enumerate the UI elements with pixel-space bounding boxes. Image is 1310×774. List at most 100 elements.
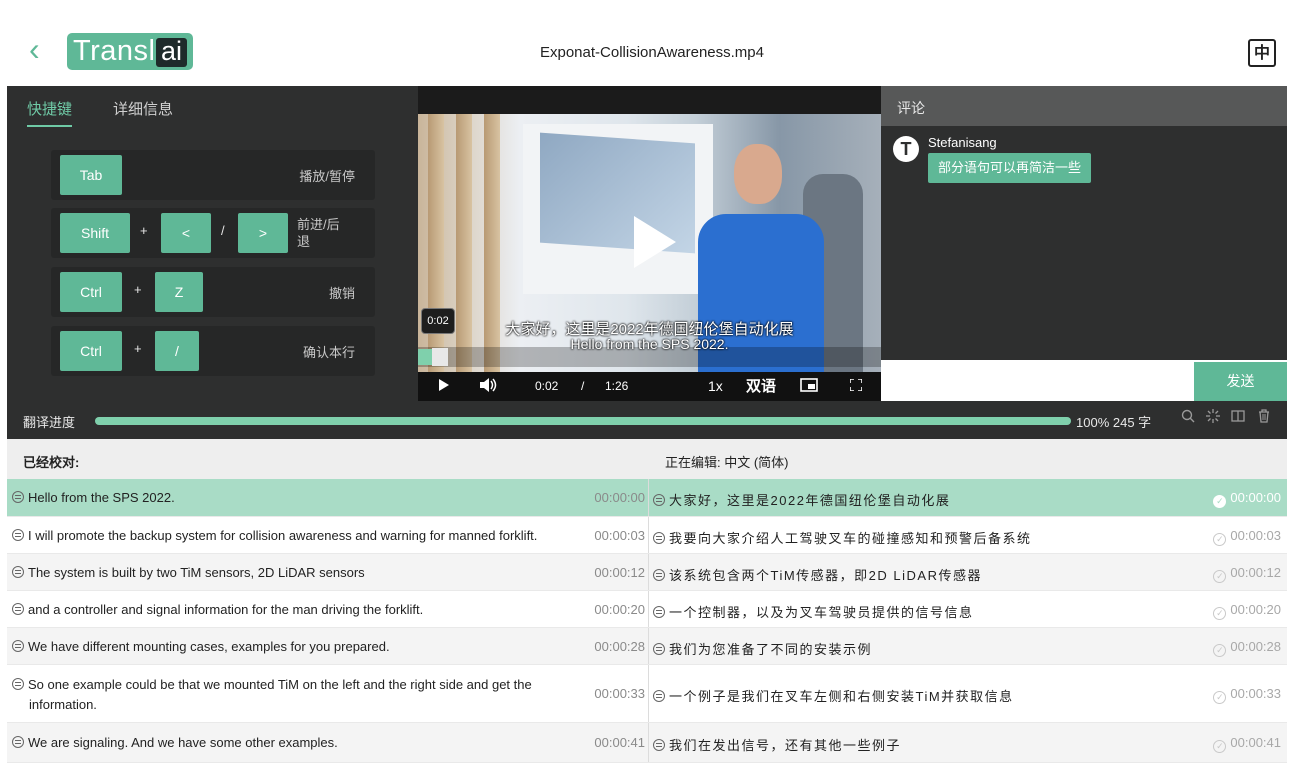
fullscreen-icon[interactable] xyxy=(849,372,863,401)
source-timestamp: 00:00:33 xyxy=(594,686,645,701)
shortcut-row-confirm: Ctrl + / 确认本行 xyxy=(51,326,375,376)
key-shift: Shift xyxy=(60,213,130,253)
source-text: We have different mounting cases, exampl… xyxy=(12,639,582,654)
check-circle-icon[interactable]: ✓ xyxy=(1213,691,1227,704)
comment-icon[interactable] xyxy=(12,678,24,690)
table-row[interactable]: and a controller and signal information … xyxy=(7,591,1287,628)
progress-label: 翻译进度 xyxy=(23,415,76,430)
trash-icon[interactable] xyxy=(1255,409,1273,429)
target-text[interactable]: 一个例子是我们在叉车左侧和右侧安装TiM并获取信息 xyxy=(653,686,1014,705)
target-timestamp: ✓ 00:00:00 xyxy=(1213,490,1281,508)
play-overlay-icon[interactable] xyxy=(634,216,676,268)
time-separator: / xyxy=(581,379,585,393)
comment-icon[interactable] xyxy=(653,494,665,506)
check-circle-icon[interactable]: ✓ xyxy=(1213,495,1227,508)
comment-icon[interactable] xyxy=(12,491,24,503)
search-icon[interactable] xyxy=(1179,409,1197,429)
shortcut-label: 撤销 xyxy=(328,286,355,301)
tab-details[interactable]: 详细信息 xyxy=(113,98,173,119)
comment-icon[interactable] xyxy=(12,603,24,615)
key-right: > xyxy=(238,213,288,253)
comments-panel: 评论 T Stefanisang 部分语句可以再简洁一些 xyxy=(881,86,1287,360)
key-separator: + xyxy=(134,282,142,297)
check-circle-icon[interactable]: ✓ xyxy=(1213,644,1227,657)
duration: 1:26 xyxy=(605,379,629,393)
target-text[interactable]: 大家好，这里是2022年德国纽伦堡自动化展 xyxy=(653,490,950,509)
comment-icon[interactable] xyxy=(653,739,665,751)
check-circle-icon[interactable]: ✓ xyxy=(1213,740,1227,753)
shortcut-row-play: Tab 播放/暂停 xyxy=(51,150,375,200)
comment-icon[interactable] xyxy=(12,529,24,541)
table-row[interactable]: Hello from the SPS 2022. 00:00:00 大家好，这里… xyxy=(7,479,1287,517)
key-separator: + xyxy=(134,341,142,356)
send-button[interactable]: 发送 xyxy=(1194,362,1287,401)
source-timestamp: 00:00:03 xyxy=(594,528,645,543)
video-controls: 0:02 / 1:26 1x 双语 xyxy=(418,372,881,401)
check-circle-icon[interactable]: ✓ xyxy=(1213,570,1227,583)
source-timestamp: 00:00:28 xyxy=(594,639,645,654)
table-row[interactable]: The system is built by two TiM sensors, … xyxy=(7,554,1287,591)
speed-button[interactable]: 1x xyxy=(708,372,723,401)
target-text[interactable]: 我要向大家介绍人工驾驶叉车的碰撞感知和预警后备系统 xyxy=(653,528,1032,547)
key-ctrl: Ctrl xyxy=(60,272,122,312)
proofread-header: 已经校对: xyxy=(23,455,80,470)
key-ctrl: Ctrl xyxy=(60,331,122,371)
check-circle-icon[interactable]: ✓ xyxy=(1213,533,1227,546)
key-z: Z xyxy=(155,272,203,312)
table-row[interactable]: We are signaling. And we have some other… xyxy=(7,723,1287,763)
source-timestamp: 00:00:41 xyxy=(594,735,645,750)
table-row[interactable]: We have different mounting cases, exampl… xyxy=(7,628,1287,665)
comment-icon[interactable] xyxy=(653,532,665,544)
target-text[interactable]: 一个控制器，以及为叉车驾驶员提供的信号信息 xyxy=(653,602,974,621)
table-row[interactable]: I will promote the backup system for col… xyxy=(7,517,1287,554)
subtitle-table: Hello from the SPS 2022. 00:00:00 大家好，这里… xyxy=(7,479,1287,774)
shortcut-label: 确认本行 xyxy=(302,345,355,360)
target-timestamp: ✓ 00:00:03 xyxy=(1213,528,1281,546)
check-circle-icon[interactable]: ✓ xyxy=(1213,607,1227,620)
comment-icon[interactable] xyxy=(12,736,24,748)
dual-language-button[interactable]: 双语 xyxy=(746,372,776,401)
comment-icon[interactable] xyxy=(653,569,665,581)
comment-icon[interactable] xyxy=(12,640,24,652)
comment-icon[interactable] xyxy=(12,566,24,578)
key-tab: Tab xyxy=(60,155,122,195)
comment-bubble: 部分语句可以再简洁一些 xyxy=(928,153,1092,183)
subtitle-english: Hello from the SPS 2022. xyxy=(570,336,729,352)
source-text: and a controller and signal information … xyxy=(12,602,582,617)
play-icon[interactable] xyxy=(438,372,450,401)
file-name: Exponat-CollisionAwareness.mp4 xyxy=(539,44,764,61)
target-text[interactable]: 我们为您准备了不同的安装示例 xyxy=(653,639,872,658)
target-timestamp: ✓ 00:00:33 xyxy=(1213,686,1281,704)
video-player[interactable]: 0:02 大家好，这里是2022年德国纽伦堡自动化展 Hello from th… xyxy=(418,86,881,401)
volume-icon[interactable] xyxy=(480,372,498,401)
comment-input[interactable] xyxy=(881,362,1193,401)
shortcut-row-undo: Ctrl + Z 撤销 xyxy=(51,267,375,317)
comment-user: Stefanisang xyxy=(928,135,997,150)
tab-shortcuts[interactable]: 快捷键 xyxy=(27,98,73,127)
shortcut-label: 前进/后退 xyxy=(297,217,340,249)
translation-progress-bar: 翻译进度 100% 245 字 xyxy=(7,401,1287,439)
comment-icon[interactable] xyxy=(653,643,665,655)
avatar: T xyxy=(893,136,919,162)
split-view-icon[interactable] xyxy=(1229,409,1247,429)
key-left: < xyxy=(161,213,211,253)
language-toggle-button[interactable]: 中 xyxy=(1248,39,1276,67)
target-timestamp: ✓ 00:00:20 xyxy=(1213,602,1281,620)
progress-fill xyxy=(95,417,1071,425)
source-text: So one example could be that we mounted … xyxy=(12,675,582,715)
comment-icon[interactable] xyxy=(653,606,665,618)
source-timestamp: 00:00:20 xyxy=(594,602,645,617)
comment-icon[interactable] xyxy=(653,690,665,702)
target-timestamp: ✓ 00:00:12 xyxy=(1213,565,1281,583)
key-separator: / xyxy=(221,223,225,238)
target-text[interactable]: 该系统包含两个TiM传感器，即2D LiDAR传感器 xyxy=(653,565,982,584)
source-text: Hello from the SPS 2022. xyxy=(12,490,582,505)
progress-track xyxy=(95,417,1071,425)
shortcut-panel: 快捷键 详细信息 Tab 播放/暂停 Shift + < / > 前进/后退 C… xyxy=(7,86,418,401)
table-row[interactable]: So one example could be that we mounted … xyxy=(7,665,1287,723)
comments-title: 评论 xyxy=(897,100,925,116)
target-text[interactable]: 我们在发出信号，还有其他一些例子 xyxy=(653,735,901,754)
picture-in-picture-icon[interactable] xyxy=(800,372,818,401)
settings-icon[interactable] xyxy=(1204,409,1222,429)
app-header: ‹ Transl ai Exponat-CollisionAwareness.m… xyxy=(7,16,1287,86)
